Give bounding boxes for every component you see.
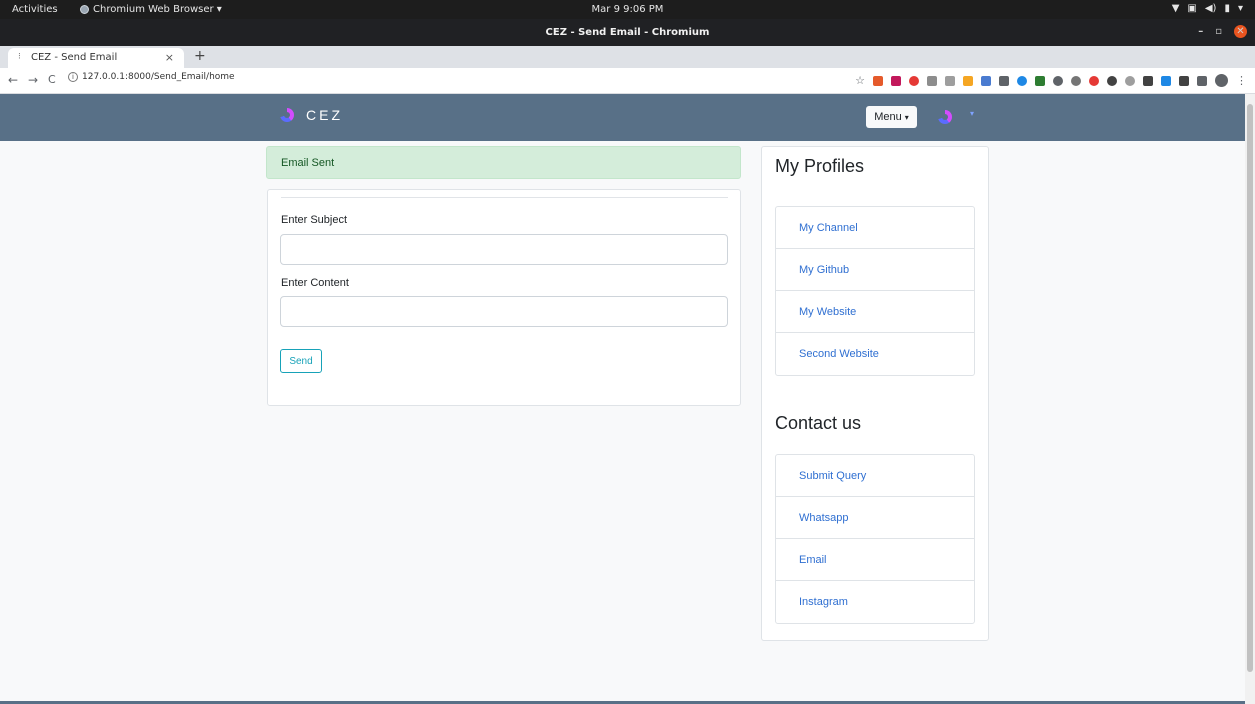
caret-down-icon: ▾ [904, 113, 909, 122]
user-logo-icon[interactable] [938, 110, 952, 124]
close-window-button[interactable]: ✕ [1234, 25, 1247, 38]
profile-link-my-website[interactable]: My Website [776, 291, 974, 333]
minimize-button[interactable]: – [1198, 26, 1203, 37]
ext-10-icon[interactable] [1035, 75, 1045, 86]
star-icon[interactable]: ☆ [855, 75, 865, 86]
chevron-down-icon: ▾ [1237, 3, 1243, 14]
page-viewport: CEZ Menu ▾ ▾ Email Sent Enter Subject En… [0, 94, 1245, 704]
contact-link-submit-query[interactable]: Submit Query [776, 455, 974, 497]
volume-icon: ◀) [1204, 3, 1217, 14]
ext-12-icon[interactable] [1071, 75, 1081, 86]
app-menu[interactable]: Chromium Web Browser ▾ [80, 4, 222, 15]
tab-close-icon[interactable]: × [165, 51, 174, 64]
ext-13-icon[interactable] [1089, 75, 1099, 86]
user-dropdown-caret-icon[interactable]: ▾ [970, 109, 974, 118]
brand-link[interactable]: CEZ [280, 107, 343, 123]
back-button[interactable]: ← [8, 73, 18, 87]
battery-icon: ▮ [1224, 3, 1230, 14]
ext-14-icon[interactable] [1107, 75, 1117, 86]
divider [281, 197, 728, 198]
ext-17-icon[interactable] [1161, 75, 1171, 86]
os-top-bar: Activities Chromium Web Browser ▾ Mar 9 … [0, 0, 1255, 19]
site-info-icon[interactable]: i [68, 72, 78, 82]
profile-link-second-website[interactable]: Second Website [776, 333, 974, 375]
ext-15-icon[interactable] [1125, 75, 1135, 86]
maximize-button[interactable]: ▫ [1215, 26, 1222, 37]
ext-16-icon[interactable] [1143, 75, 1153, 86]
content-label: Enter Content [281, 277, 349, 289]
window-title: CEZ - Send Email - Chromium [545, 27, 710, 38]
system-tray[interactable]: ▼ ▣ ◀) ▮ ▾ [1172, 3, 1243, 14]
kebab-menu-icon[interactable]: ⋮ [1236, 75, 1247, 86]
page-scrollbar[interactable] [1245, 94, 1255, 704]
address-bar[interactable]: i 127.0.0.1:8000/Send_Email/home [68, 72, 235, 82]
subject-label: Enter Subject [281, 214, 348, 226]
extensions-bar: ☆ ⋮ [855, 74, 1247, 87]
menu-label: Menu [874, 111, 902, 123]
scrollbar-thumb[interactable] [1247, 104, 1253, 672]
cez-logo-icon [280, 108, 294, 122]
ext-19-icon[interactable] [1197, 75, 1207, 86]
tab-send-email[interactable]: ⁝ CEZ - Send Email × [8, 48, 184, 68]
contact-link-whatsapp[interactable]: Whatsapp [776, 497, 974, 539]
ext-7-icon[interactable] [981, 75, 991, 86]
ext-8-icon[interactable] [999, 75, 1009, 86]
browser-toolbar: ← → C i 127.0.0.1:8000/Send_Email/home ☆… [0, 68, 1255, 94]
profiles-heading: My Profiles [775, 156, 865, 176]
tab-title: CEZ - Send Email [31, 52, 118, 63]
app-menu-label: Chromium Web Browser ▾ [93, 4, 222, 15]
sidebar-card: My Profiles My Channel My Github My Webs… [761, 146, 989, 641]
ext-9-icon[interactable] [1017, 75, 1027, 86]
ext-2-icon[interactable] [891, 75, 901, 86]
contact-link-email[interactable]: Email [776, 539, 974, 581]
send-button[interactable]: Send [280, 349, 322, 373]
content-input[interactable] [280, 296, 728, 327]
app-indicator-icon: ▣ [1187, 3, 1197, 14]
ext-3-icon[interactable] [909, 75, 919, 86]
tab-favicon-icon: ⁝ [18, 52, 21, 62]
site-navbar: CEZ Menu ▾ ▾ [0, 94, 1245, 141]
ext-4-icon[interactable] [927, 75, 937, 86]
contact-heading: Contact us [775, 413, 862, 433]
menu-dropdown-button[interactable]: Menu ▾ [866, 106, 917, 128]
contact-link-instagram[interactable]: Instagram [776, 581, 974, 623]
profiles-list: My Channel My Github My Website Second W… [775, 206, 975, 376]
reload-button[interactable]: C [48, 73, 56, 86]
chromium-icon [80, 5, 89, 14]
ext-5-icon[interactable] [945, 75, 955, 86]
url-text[interactable]: 127.0.0.1:8000/Send_Email/home [82, 72, 235, 82]
tab-strip: ⁝ CEZ - Send Email × + [0, 46, 1255, 68]
contact-list: Submit Query Whatsapp Email Instagram [775, 454, 975, 624]
ext-18-icon[interactable] [1179, 75, 1189, 86]
subject-input[interactable] [280, 234, 728, 265]
ext-1-icon[interactable] [873, 75, 883, 86]
success-alert: Email Sent [266, 146, 741, 179]
activities-button[interactable]: Activities [12, 4, 58, 15]
window-title-bar: CEZ - Send Email - Chromium – ▫ ✕ [0, 19, 1255, 46]
profile-link-my-github[interactable]: My Github [776, 249, 974, 291]
email-form-card: Enter Subject Enter Content Send [267, 189, 741, 406]
ext-6-icon[interactable] [963, 75, 973, 86]
ext-11-icon[interactable] [1053, 75, 1063, 86]
profile-avatar-icon[interactable] [1215, 74, 1228, 87]
forward-button[interactable]: → [28, 73, 38, 87]
brand-name: CEZ [306, 107, 343, 123]
profile-link-my-channel[interactable]: My Channel [776, 207, 974, 249]
window-controls: – ▫ ✕ [1198, 25, 1247, 38]
wifi-icon: ▼ [1171, 3, 1180, 14]
new-tab-button[interactable]: + [194, 48, 206, 64]
